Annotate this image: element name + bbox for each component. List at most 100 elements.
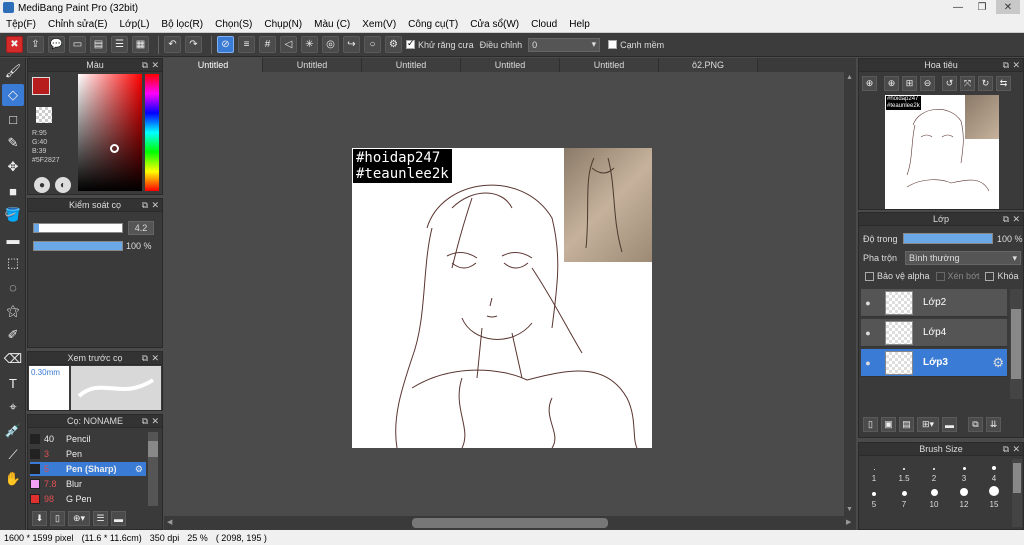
gradient-tool-icon[interactable]: ▬ bbox=[2, 228, 24, 250]
tab-document[interactable]: Untitled bbox=[560, 58, 659, 72]
ruler-tool-icon[interactable]: ⟋ bbox=[2, 444, 24, 466]
scroll-thumb[interactable] bbox=[1011, 309, 1021, 379]
horizontal-scrollbar[interactable]: ◀ ▶ bbox=[164, 516, 856, 530]
transparent-color-swatch[interactable] bbox=[36, 107, 52, 123]
brush-size-scrollbar[interactable] bbox=[1012, 459, 1022, 527]
new-halftone-layer-icon[interactable]: ▣ bbox=[881, 417, 896, 432]
select-rect-icon[interactable]: ⬚ bbox=[2, 252, 24, 274]
new-layer-icon[interactable]: ▯ bbox=[863, 417, 878, 432]
brush-size-value[interactable]: 4.2 bbox=[128, 221, 154, 235]
eye-icon[interactable]: ● bbox=[861, 358, 875, 368]
undock-icon[interactable]: ⧉ bbox=[1003, 214, 1009, 225]
divide-tool-icon[interactable]: ⌖ bbox=[2, 396, 24, 418]
hand-tool-icon[interactable]: ✋ bbox=[2, 468, 24, 490]
correction-dropdown[interactable]: 0 ▾ bbox=[528, 37, 601, 52]
gear-icon[interactable]: ⚙ bbox=[135, 464, 143, 475]
menu-color[interactable]: Màu (C) bbox=[308, 19, 356, 30]
reset-rotate-icon[interactable]: ⤧ bbox=[960, 76, 975, 91]
brush-size-cell[interactable]: 15 bbox=[979, 485, 1009, 511]
eye-icon[interactable]: ● bbox=[861, 298, 875, 308]
zoom-in-icon[interactable]: ⊕ bbox=[884, 76, 899, 91]
parallel-snap-icon[interactable]: ≡ bbox=[238, 36, 255, 53]
zoom-out-icon[interactable]: ⊖ bbox=[920, 76, 935, 91]
grid-icon[interactable]: ▦ bbox=[132, 36, 149, 53]
maximize-button[interactable]: ❐ bbox=[970, 0, 994, 14]
menu-help[interactable]: Help bbox=[563, 19, 596, 30]
tab-document[interactable]: Untitled bbox=[164, 58, 263, 72]
brush-size-cell[interactable]: 7 bbox=[889, 485, 919, 511]
redo-icon[interactable]: ↷ bbox=[185, 36, 202, 53]
menu-window[interactable]: Cửa sổ(W) bbox=[464, 19, 525, 30]
layer-scrollbar[interactable] bbox=[1010, 289, 1022, 399]
menu-cloud[interactable]: Cloud bbox=[525, 19, 563, 30]
rectangle-tool-icon[interactable]: □ bbox=[2, 108, 24, 130]
undo-icon[interactable]: ↶ bbox=[164, 36, 181, 53]
menu-tools[interactable]: Công cụ(T) bbox=[402, 19, 464, 30]
brush-item[interactable]: 98 G Pen bbox=[30, 492, 146, 506]
antialias-checkbox[interactable] bbox=[406, 38, 415, 49]
close-icon[interactable]: ✕ bbox=[1012, 444, 1020, 455]
dot-tool-icon[interactable]: ✎ bbox=[2, 132, 24, 154]
drawing-canvas[interactable]: #hoidap247 #teaunlee2k bbox=[352, 148, 652, 448]
add-layer-menu-icon[interactable]: ⊞▾ bbox=[917, 417, 939, 432]
brush-item[interactable]: 7.8 Blur bbox=[30, 477, 146, 491]
hue-slider[interactable] bbox=[145, 74, 159, 191]
concentric-snap-icon[interactable]: ◎ bbox=[322, 36, 339, 53]
rotate-left-icon[interactable]: ↺ bbox=[942, 76, 957, 91]
brush-item[interactable]: 40 Pencil bbox=[30, 432, 146, 446]
soft-edge-checkbox[interactable] bbox=[608, 40, 618, 49]
brush-size-cell[interactable]: 12 bbox=[949, 485, 979, 511]
layer-opacity-slider[interactable] bbox=[903, 233, 993, 244]
menu-snap[interactable]: Chụp(N) bbox=[258, 19, 308, 30]
close-icon[interactable]: ✕ bbox=[1012, 60, 1020, 71]
brush-size-cell[interactable]: 2 bbox=[919, 459, 949, 485]
new-8bit-layer-icon[interactable]: ▤ bbox=[899, 417, 914, 432]
scroll-thumb[interactable] bbox=[1013, 463, 1021, 493]
close-icon[interactable]: ✕ bbox=[151, 353, 159, 364]
layer-row[interactable]: ● Lớp4 bbox=[861, 319, 1007, 347]
brush-tool-icon[interactable]: 🖌 bbox=[2, 60, 24, 82]
eye-icon[interactable]: ● bbox=[861, 328, 875, 338]
radial-snap-icon[interactable]: ✳ bbox=[301, 36, 318, 53]
tab-document[interactable]: Untitled bbox=[461, 58, 560, 72]
menu-view[interactable]: Xem(V) bbox=[356, 19, 402, 30]
tab-document[interactable]: Untitled bbox=[362, 58, 461, 72]
tab-document[interactable]: ô2.PNG bbox=[659, 58, 758, 72]
blend-mode-dropdown[interactable]: Bình thường ▾ bbox=[905, 251, 1021, 265]
brush-size-cell[interactable]: 3 bbox=[949, 459, 979, 485]
color-wheel-icon[interactable]: ◐ bbox=[55, 177, 71, 193]
brush-size-cell[interactable]: 1.5 bbox=[889, 459, 919, 485]
scroll-up-icon[interactable]: ▲ bbox=[846, 74, 853, 81]
gear-icon[interactable]: ⚙ bbox=[992, 355, 1004, 371]
lock-toggle[interactable]: Khóa bbox=[985, 271, 1019, 281]
rotate-right-icon[interactable]: ↻ bbox=[978, 76, 993, 91]
brush-item-selected[interactable]: 5 Pen (Sharp) ⚙ bbox=[30, 462, 146, 476]
brush-import-icon[interactable]: ⬇ bbox=[32, 511, 47, 526]
clipping-toggle[interactable]: Xén bớt bbox=[935, 271, 979, 281]
layer-row[interactable]: ● Lớp2 bbox=[861, 289, 1007, 317]
merge-layer-icon[interactable]: ⇊ bbox=[986, 417, 1001, 432]
lock-checkbox[interactable] bbox=[985, 271, 995, 281]
export-icon[interactable]: ⇪ bbox=[27, 36, 44, 53]
clipping-checkbox[interactable] bbox=[935, 271, 945, 281]
zoom-in-icon[interactable]: ⊕ bbox=[862, 76, 877, 91]
brush-size-cell[interactable]: 4 bbox=[979, 459, 1009, 485]
lasso-tool-icon[interactable]: ◌ bbox=[2, 276, 24, 298]
scroll-thumb[interactable] bbox=[148, 441, 158, 457]
close-icon[interactable]: ✕ bbox=[151, 200, 159, 211]
palette-icon[interactable]: ● bbox=[34, 177, 50, 193]
eraser-tool-icon[interactable]: ◇ bbox=[2, 84, 24, 106]
brush-opacity-slider[interactable] bbox=[33, 241, 123, 251]
menu-edit[interactable]: Chỉnh sửa(E) bbox=[42, 19, 114, 30]
settings-icon[interactable]: ⚙ bbox=[385, 36, 402, 53]
add-brush-icon[interactable]: ⊕▾ bbox=[68, 511, 90, 526]
undock-icon[interactable]: ⧉ bbox=[142, 60, 148, 71]
vertical-scrollbar[interactable]: ▲ ▼ bbox=[844, 72, 856, 516]
protect-alpha-checkbox[interactable] bbox=[865, 271, 874, 281]
select-pen-icon[interactable]: ✐ bbox=[2, 324, 24, 346]
undock-icon[interactable]: ⧉ bbox=[142, 200, 148, 211]
brush-size-cell[interactable]: 10 bbox=[919, 485, 949, 511]
brush-settings-icon[interactable]: ☰ bbox=[93, 511, 108, 526]
undock-icon[interactable]: ⧉ bbox=[142, 353, 148, 364]
saturation-value-picker[interactable] bbox=[78, 74, 142, 191]
